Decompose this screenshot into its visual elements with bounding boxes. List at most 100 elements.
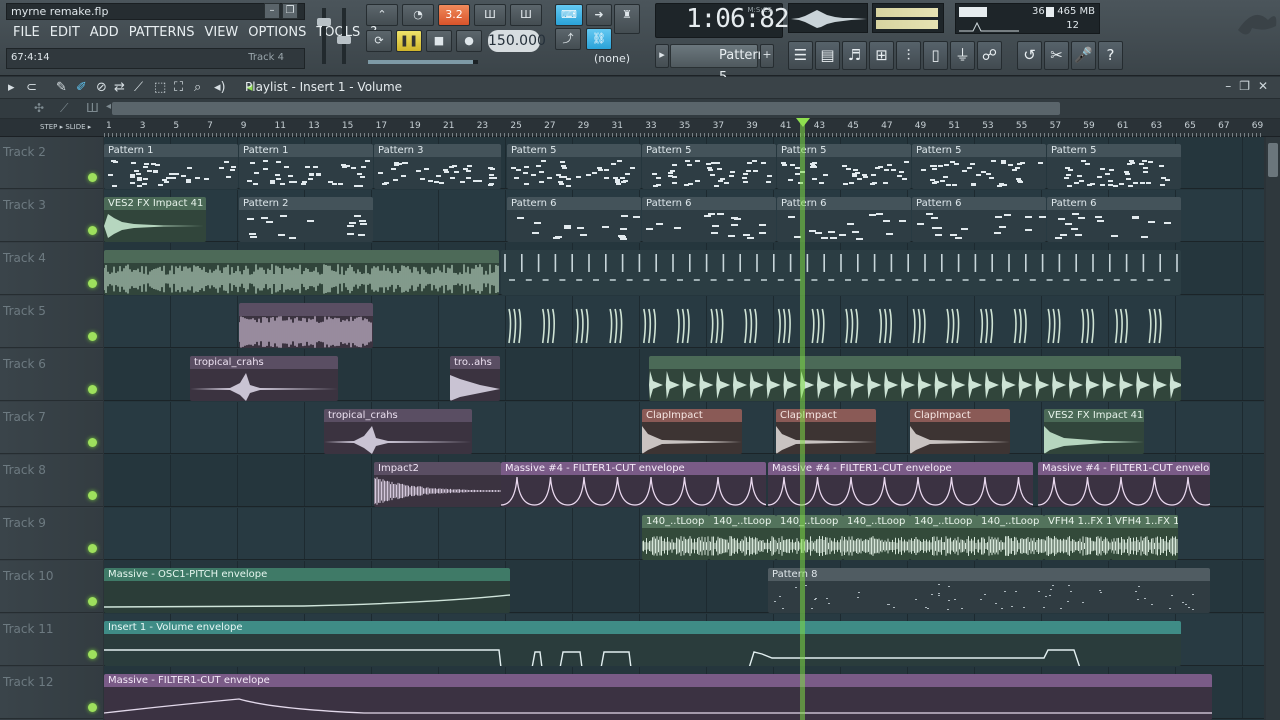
browser-icon[interactable]: ⊞	[869, 41, 894, 70]
typing-keyboard-icon[interactable]: ⌨	[555, 4, 583, 26]
track-header[interactable]: Track 6	[0, 349, 103, 401]
track-header[interactable]: Track 3	[0, 190, 103, 242]
audio-clip[interactable]: 140_..tLoop	[776, 515, 843, 560]
countdown-button[interactable]: 3.2	[438, 4, 470, 26]
metronome-icon[interactable]: ◔	[402, 4, 434, 26]
audio-clip[interactable]: 140_..tLoop	[910, 515, 977, 560]
zoom-icon[interactable]: ⌕	[194, 80, 201, 95]
slider-knob[interactable]	[337, 36, 351, 44]
track-header[interactable]: Track 5	[0, 296, 103, 348]
audio-clip[interactable]: VES2 FX Impact 41	[104, 197, 206, 242]
slice-tool-icon[interactable]: ⟋	[134, 80, 143, 95]
menu-file[interactable]: FILE	[8, 24, 45, 42]
window-controls[interactable]: –❐✕	[1225, 79, 1276, 93]
automation-clip[interactable]: Massive - OSC1-PITCH envelope	[104, 568, 510, 613]
timeline-ruler[interactable]: 1 3 5 7 9 11 13 15 17 19 21 23 25 27 29 31 33 35 37 39 41 43 4…	[0, 119, 1280, 137]
play-button[interactable]: ❚❚	[396, 30, 422, 52]
slip-tool-icon[interactable]: ⇄	[114, 80, 125, 95]
audio-clip[interactable]: VFH4 1..FX 1	[1044, 515, 1111, 560]
track-mute-led[interactable]	[88, 279, 97, 288]
speaker-icon[interactable]: ◂)	[214, 80, 226, 95]
sliced-clip[interactable]	[501, 250, 1181, 295]
help-icon[interactable]: ?	[1098, 41, 1123, 70]
pattern-clip[interactable]: Pattern 2	[239, 197, 373, 242]
pattern-clip[interactable]: Pattern 8	[768, 568, 1210, 613]
track-mute-led[interactable]	[88, 703, 97, 712]
track-mute-led[interactable]	[88, 544, 97, 553]
audio-clip[interactable]: 140_..tLoop	[709, 515, 776, 560]
pattern-clip[interactable]: Pattern 6	[777, 197, 911, 242]
menu-add[interactable]: ADD	[85, 24, 124, 42]
select-box-icon[interactable]: ⛶	[174, 80, 183, 95]
restore-icon[interactable]: ❐	[282, 3, 298, 19]
track-mute-led[interactable]	[88, 385, 97, 394]
automation-clip[interactable]: Insert 1 - Volume envelope	[104, 621, 1181, 666]
audio-clip[interactable]: 140_..tLoop	[843, 515, 910, 560]
audio-clip[interactable]	[649, 356, 1181, 401]
scroll-left-icon[interactable]: ◂	[106, 101, 111, 112]
microphone-icon[interactable]: 🎤	[1071, 41, 1096, 70]
track-mute-led[interactable]	[88, 491, 97, 500]
automation-clip[interactable]: Massive #4 - FILTER1-CUT envelope	[1038, 462, 1210, 507]
track-header[interactable]: Track 8	[0, 455, 103, 507]
vertical-scroll-thumb[interactable]	[1268, 143, 1278, 177]
pattern-add-icon[interactable]: +	[760, 44, 774, 68]
pattern-clip[interactable]: Pattern 5	[642, 144, 776, 189]
audio-clip[interactable]: ClapImpact	[642, 409, 742, 454]
track-mute-led[interactable]	[88, 438, 97, 447]
audio-clip[interactable]: Impact2	[374, 462, 501, 507]
magnet-snap-icon[interactable]: ⊂	[26, 80, 37, 95]
vertical-scrollbar[interactable]	[1266, 137, 1280, 720]
audio-clip[interactable]: 140_..tLoop	[642, 515, 709, 560]
slider-knob[interactable]	[317, 18, 331, 26]
playhead-marker-icon[interactable]	[796, 118, 810, 127]
audio-clip[interactable]: tropical_crahs	[190, 356, 338, 401]
audio-clip[interactable]: ClapImpact	[910, 409, 1010, 454]
hat-tool-icon[interactable]: ♜	[614, 4, 640, 34]
track-header[interactable]: Track 7	[0, 402, 103, 454]
loop-record-icon[interactable]: ⟳	[366, 30, 392, 52]
menu-edit[interactable]: EDIT	[45, 24, 85, 42]
draw-icon[interactable]: ⟋	[60, 101, 68, 116]
track-mute-led[interactable]	[88, 332, 97, 341]
track-mute-led[interactable]	[88, 650, 97, 659]
automation-clip[interactable]: Massive - FILTER1-CUT envelope	[104, 674, 1212, 720]
menu-view[interactable]: VIEW	[199, 24, 243, 42]
track-header[interactable]: Track 10	[0, 561, 103, 613]
pattern-clip[interactable]: Pattern 5	[912, 144, 1046, 189]
pattern-clip[interactable]: Pattern 1	[239, 144, 373, 189]
track-header[interactable]: Track 11	[0, 614, 103, 666]
audio-clip[interactable]: 140_..tLoop	[977, 515, 1044, 560]
audio-clip[interactable]	[239, 303, 373, 348]
audio-clip[interactable]: tro..ahs	[450, 356, 500, 401]
song-position-display[interactable]: 1:06:82 M:S:CS	[655, 3, 790, 38]
piano-roll-icon[interactable]: ♬	[842, 41, 867, 70]
grid-icon[interactable]: Ш	[86, 101, 99, 115]
menu-options[interactable]: OPTIONS	[243, 24, 311, 42]
templates-icon[interactable]: ▯	[923, 41, 948, 70]
pattern-clip[interactable]: Pattern 6	[1047, 197, 1181, 242]
automation-clip[interactable]: Massive #4 - FILTER1-CUT envelope	[768, 462, 1033, 507]
automation-clip[interactable]: Massive #4 - FILTER1-CUT envelope	[501, 462, 766, 507]
mixer-icon[interactable]: ⫶	[896, 41, 921, 70]
pattern-clip[interactable]: Pattern 6	[912, 197, 1046, 242]
pattern-clip[interactable]: Pattern 5	[507, 144, 641, 189]
wait-for-input-icon[interactable]: ⤴	[555, 28, 581, 50]
zoom-knob-icon[interactable]: ✣	[34, 101, 44, 115]
link-icon[interactable]: ⛓	[586, 28, 612, 50]
record-button[interactable]: ●	[456, 30, 482, 52]
audio-clip[interactable]: ClapImpact	[776, 409, 876, 454]
step-forward-icon[interactable]: ➜	[586, 4, 612, 26]
menu-patterns[interactable]: PATTERNS	[124, 24, 200, 42]
step-edit-icon[interactable]: Ш	[510, 4, 542, 26]
stop-button[interactable]: ■	[426, 30, 452, 52]
menu-arrow-icon[interactable]: ▸	[8, 80, 15, 95]
master-volume-slider[interactable]	[317, 8, 331, 64]
cut-icon[interactable]: ✂	[1044, 41, 1069, 70]
track-mute-led[interactable]	[88, 226, 97, 235]
snap-select[interactable]: (none)	[582, 50, 642, 68]
master-pitch-slider[interactable]	[337, 8, 351, 64]
pencil-icon[interactable]: ✎	[56, 80, 67, 95]
playlist-icon[interactable]: ☰	[788, 41, 813, 70]
tempo-display[interactable]: 150.000	[488, 30, 546, 52]
